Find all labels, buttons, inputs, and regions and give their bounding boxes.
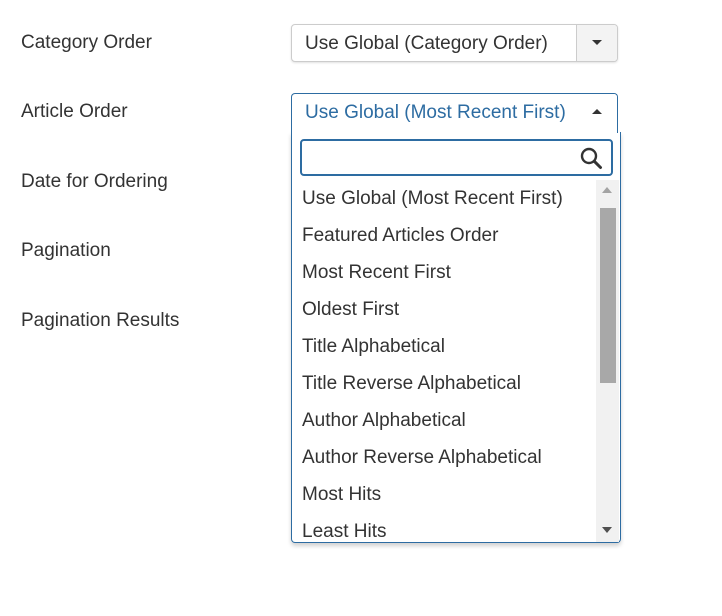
option-title-alphabetical[interactable]: Title Alphabetical xyxy=(302,328,445,365)
category-order-select[interactable]: Use Global (Category Order) xyxy=(291,24,618,62)
option-author-reverse-alphabetical[interactable]: Author Reverse Alphabetical xyxy=(302,439,542,476)
option-title-reverse-alphabetical[interactable]: Title Reverse Alphabetical xyxy=(302,365,521,402)
article-order-value: Use Global (Most Recent First) xyxy=(305,102,566,123)
chevron-down-icon xyxy=(592,40,602,45)
search-icon xyxy=(580,147,602,169)
scrollbar-thumb[interactable] xyxy=(600,208,616,383)
option-use-global[interactable]: Use Global (Most Recent First) xyxy=(302,180,563,217)
pagination-results-label: Pagination Results xyxy=(21,310,180,331)
chevron-up-icon xyxy=(592,109,602,114)
scroll-down-arrow-icon[interactable] xyxy=(602,527,612,533)
article-order-select[interactable]: Use Global (Most Recent First) xyxy=(291,93,618,133)
article-order-toggle[interactable] xyxy=(577,94,617,130)
scroll-up-arrow-icon[interactable] xyxy=(602,187,612,193)
option-featured-articles-order[interactable]: Featured Articles Order xyxy=(302,217,498,254)
dropdown-search-box[interactable] xyxy=(300,139,613,176)
option-author-alphabetical[interactable]: Author Alphabetical xyxy=(302,402,466,439)
pagination-label: Pagination xyxy=(21,240,111,261)
dropdown-search-input[interactable] xyxy=(306,143,575,174)
category-order-toggle[interactable] xyxy=(576,25,617,61)
category-order-value: Use Global (Category Order) xyxy=(305,33,548,54)
option-most-hits[interactable]: Most Hits xyxy=(302,476,381,513)
option-most-recent-first[interactable]: Most Recent First xyxy=(302,254,451,291)
option-oldest-first[interactable]: Oldest First xyxy=(302,291,399,328)
category-order-label: Category Order xyxy=(21,32,152,53)
article-order-label: Article Order xyxy=(21,101,128,122)
option-least-hits[interactable]: Least Hits xyxy=(302,513,386,542)
dropdown-options-list: Use Global (Most Recent First) Featured … xyxy=(292,180,620,542)
date-for-ordering-label: Date for Ordering xyxy=(21,171,168,192)
page: Category Order Article Order Date for Or… xyxy=(0,0,722,616)
article-order-dropdown: Use Global (Most Recent First) Featured … xyxy=(291,132,621,543)
dropdown-scrollbar[interactable] xyxy=(596,180,619,542)
